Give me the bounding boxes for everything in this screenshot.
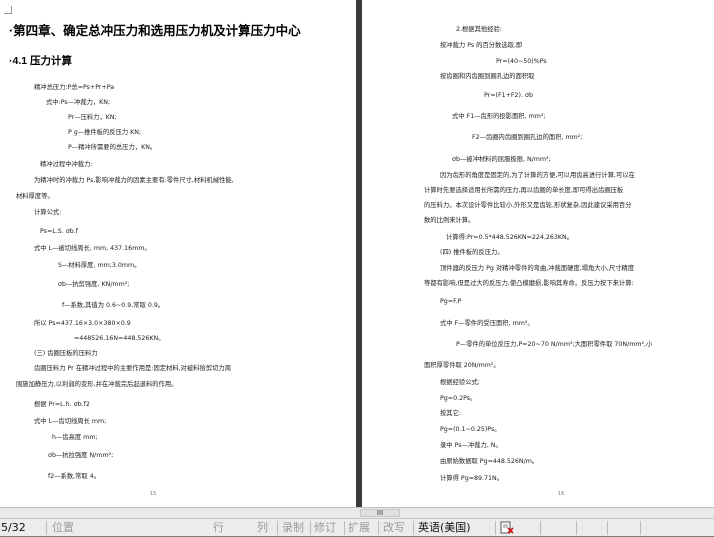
page-corner-mark [4,6,12,14]
text-line: 计算得:Pr=0.5*448.526KN=224.263KN。 [446,234,574,241]
text-line: 式中 L—被切线周长, mm, 437.16mm。 [34,245,151,252]
status-separator [344,521,345,535]
text-line: σb—抗剪强度, KN/mm²; [58,281,130,288]
overwrite-mode-button[interactable]: 改写 [383,519,405,536]
text-line: 按齿圈和内齿圈到圈孔边的面积取 [440,73,535,80]
document-page-15[interactable]: ·第四章、确定总冲压力和选用压力机及计算压力中心 ·4.1 压力计算 精冲总压力… [0,0,356,507]
text-line: 数的比例来计算。 [424,217,475,224]
text-line: 式中 L—齿切线周长 mm; [34,418,107,425]
text-line: σb—被冲材料的屈服极限, N/mm²; [452,156,551,163]
text-line: 为精冲时的冲裁力 Ps,影响冲裁力的因素主要有:零件尺寸,材料机械性能, [34,177,234,184]
text-line: h—齿高度 mm; [52,434,98,441]
text-line: Pg=F.P [440,298,462,305]
status-separator [413,521,414,535]
track-changes-button[interactable]: 修订 [314,519,336,536]
text-line: Pg=0.2Ps。 [440,395,477,402]
column-indicator[interactable]: 列 [257,519,268,536]
text-line: 式中 F—零件的受压面积, mm²。 [440,320,534,327]
text-line: 精冲过程中冲裁力: [40,161,93,168]
status-separator [46,521,47,535]
page-indicator[interactable]: 5/32 [1,519,26,536]
language-indicator[interactable]: 英语(美国) [418,519,471,536]
page-number: 16 [558,491,565,497]
status-separator [495,521,496,535]
text-line: 材料厚度等。 [16,193,54,200]
text-line: F2—齿圈内齿圈到圈孔边的面积, mm²; [472,134,583,141]
spellcheck-book-icon[interactable] [500,521,514,534]
chapter-title: ·第四章、确定总冲压力和选用压力机及计算压力中心 [9,24,301,38]
horizontal-scrollbar[interactable]: III [0,507,714,518]
record-mode-button[interactable]: 录制 [282,519,304,536]
text-line: Pg=(0.1~0.25)Ps。 [440,426,501,433]
scrollbar-thumb[interactable]: III [360,509,400,517]
status-separator [277,521,278,535]
text-line: 因为齿形的角度是固定的,为了计算的方便,可以用齿高进行计算,可以在 [440,172,635,179]
extend-mode-button[interactable]: 扩展 [348,519,370,536]
text-line: 按其它: [440,410,462,417]
text-line: 根据 Pr=L.h. σb.f2 [34,401,90,408]
text-line: 齿圈压料力 Pr 在精冲过程中的主要作用是:固定材料,对被料拾剪切力周 [34,365,232,372]
text-line: Pr=(F1+F2). σb [484,92,533,99]
text-line: 式中:Ps—冲裁力，KN; [46,99,111,106]
text-line: P—精冲所需要的总压力，KN。 [68,144,157,151]
text-line: f—系数,其值为 0.6~0.9,常取 0.9。 [62,302,165,309]
text-line: 所以 Ps=437.16×3.0×380×0.9 [34,320,131,327]
text-line: S—材料厚度, mm;3.0mm。 [58,262,141,269]
text-line: 由原始数据取 Pg=448.526N/m。 [440,458,539,465]
text-line: (三) 齿圈压板的压料力 [34,350,98,357]
text-line: 面积厚零件取 20N/mm²。 [424,362,500,369]
status-separator [607,521,608,535]
text-line: f2—系数,常取 4。 [48,473,101,480]
text-line: σb—抗拉强度 N/mm²; [48,452,114,459]
status-separator [310,521,311,535]
text-line: 等都有影响,但是过大的反压力,使凸模磨损,影响其寿命。反压力按下来计算: [424,280,634,287]
text-line: 计算得 Pg=89.71N。 [440,475,503,482]
text-line: 2.根据其他经验: [456,26,502,33]
document-workspace[interactable]: ·第四章、确定总冲压力和选用压力机及计算压力中心 ·4.1 压力计算 精冲总压力… [0,0,714,507]
text-line: Pr—压料力，KN; [68,114,117,121]
text-line: 计算时先要选择适用长所需的压力,再以齿圈的单长度,即可得出齿圈压板 [424,187,624,194]
text-line: 根据经验公式: [440,379,480,386]
status-separator [576,521,577,535]
text-line: 的压料力。本次设计零件比较小,外形又是齿轮,形状复杂,因此建议采用百分 [424,202,632,209]
text-line: 计算公式: [34,209,62,216]
document-page-16[interactable]: 2.根据其他经验: 按冲裁力 Ps 的百分数选取,即 Pr=(40~50)%Ps… [362,0,714,507]
text-line: (四) 推件板的反压力。 [440,249,504,256]
text-line: 按冲裁力 Ps 的百分数选取,即 [440,42,523,49]
text-line: =448526.16N=448.526KN。 [74,335,165,342]
status-separator [540,521,541,535]
text-line: 精冲总压力:P总=Ps+Pr+Pa [34,84,115,91]
text-line: P g—推件板的反压力 KN; [68,129,142,136]
text-line: 顶件器的反压力 Pg 对精冲零件的弯曲,冲裁面硬度,塌角大小,尺寸精度 [440,265,635,272]
text-line: P—零件的单位反压力,P=20~70 N/mm²;大面积零件取 70N/mm²,… [456,341,653,348]
status-separator [640,521,641,535]
cursor-position[interactable]: 位置 [52,519,74,536]
text-line: 围施加静压力,以利弱的变形,并在冲裁完后起退料的作用。 [16,381,178,388]
page-number: 15 [150,491,157,497]
text-line: 录中 Ps—冲裁力, N。 [440,442,502,449]
section-title: ·4.1 压力计算 [9,55,73,67]
text-line: 式中 F1—齿形的投影面积, mm²; [452,113,546,120]
row-indicator[interactable]: 行 [213,519,224,536]
text-line: Ps=L.S. σb.f [40,228,78,235]
status-bar: 5/32 位置 行 列 录制 修订 扩展 改写 英语(美国) [0,518,714,536]
status-separator [378,521,379,535]
text-line: Pr=(40~50)%Ps [496,58,547,65]
